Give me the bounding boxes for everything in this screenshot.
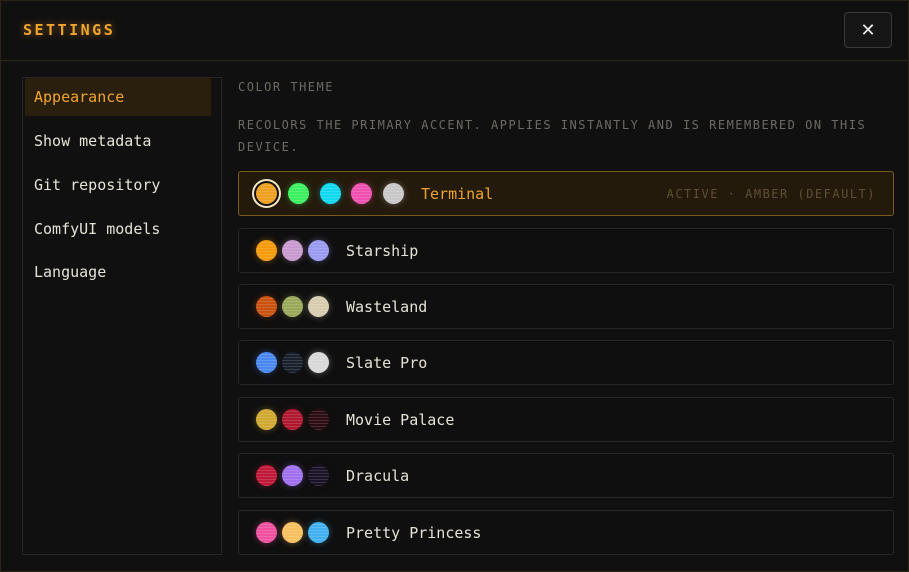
sidebar-item-comfyui-models[interactable]: ComfyUI models [25, 210, 211, 248]
color-swatch[interactable] [351, 183, 372, 204]
theme-option-slate-pro[interactable]: Slate Pro [238, 340, 894, 385]
sidebar-item-label: Show metadata [34, 132, 152, 150]
color-swatch [282, 240, 303, 261]
color-swatch [308, 352, 329, 373]
color-swatch [308, 465, 329, 486]
active-theme-note: ACTIVE · AMBER (DEFAULT) [666, 186, 876, 201]
dialog-header: SETTINGS ✕ [1, 1, 908, 61]
color-swatch [308, 409, 329, 430]
theme-name: Dracula [346, 466, 410, 485]
theme-option-movie-palace[interactable]: Movie Palace [238, 397, 894, 442]
color-swatch[interactable] [383, 183, 404, 204]
sidebar-item-language[interactable]: Language [25, 253, 211, 291]
color-swatch [308, 522, 329, 543]
theme-name: Pretty Princess [346, 523, 482, 542]
sidebar-item-git-repository[interactable]: Git repository [25, 166, 211, 204]
close-button[interactable]: ✕ [844, 12, 892, 48]
theme-name: Wasteland [346, 297, 428, 316]
sidebar-item-label: Language [34, 263, 107, 281]
theme-option-terminal[interactable]: Terminal ACTIVE · AMBER (DEFAULT) [238, 171, 894, 216]
theme-option-pretty-princess[interactable]: Pretty Princess [238, 510, 894, 555]
theme-name: Terminal [421, 184, 494, 203]
section-label: COLOR THEME [238, 80, 334, 94]
theme-name: Movie Palace [346, 410, 455, 429]
color-swatch[interactable] [256, 183, 277, 204]
color-swatch [308, 296, 329, 317]
theme-option-starship[interactable]: Starship [238, 228, 894, 273]
settings-dialog: SETTINGS ✕ Appearance Show metadata Git … [0, 0, 909, 572]
color-swatch [282, 409, 303, 430]
dialog-title: SETTINGS [23, 21, 116, 39]
section-description: RECOLORS THE PRIMARY ACCENT. APPLIES INS… [238, 118, 867, 154]
sidebar-item-show-metadata[interactable]: Show metadata [25, 122, 211, 160]
color-swatch [282, 296, 303, 317]
close-icon: ✕ [860, 19, 876, 41]
theme-option-dracula[interactable]: Dracula [238, 453, 894, 498]
color-swatch [256, 522, 277, 543]
color-swatch [282, 352, 303, 373]
color-swatch [282, 465, 303, 486]
sidebar-item-label: Appearance [34, 88, 125, 106]
theme-name: Starship [346, 241, 419, 260]
sidebar-item-label: Git repository [34, 176, 161, 194]
settings-sidebar: Appearance Show metadata Git repository … [22, 77, 222, 555]
theme-name: Slate Pro [346, 353, 428, 372]
theme-option-wasteland[interactable]: Wasteland [238, 284, 894, 329]
color-swatch[interactable] [320, 183, 341, 204]
color-swatch [308, 240, 329, 261]
color-swatch [256, 296, 277, 317]
color-swatch [256, 240, 277, 261]
color-swatch [256, 465, 277, 486]
color-swatch[interactable] [288, 183, 309, 204]
color-swatch [282, 522, 303, 543]
color-swatch [256, 352, 277, 373]
color-swatch [256, 409, 277, 430]
sidebar-item-appearance[interactable]: Appearance [25, 78, 211, 116]
sidebar-item-label: ComfyUI models [34, 220, 161, 238]
